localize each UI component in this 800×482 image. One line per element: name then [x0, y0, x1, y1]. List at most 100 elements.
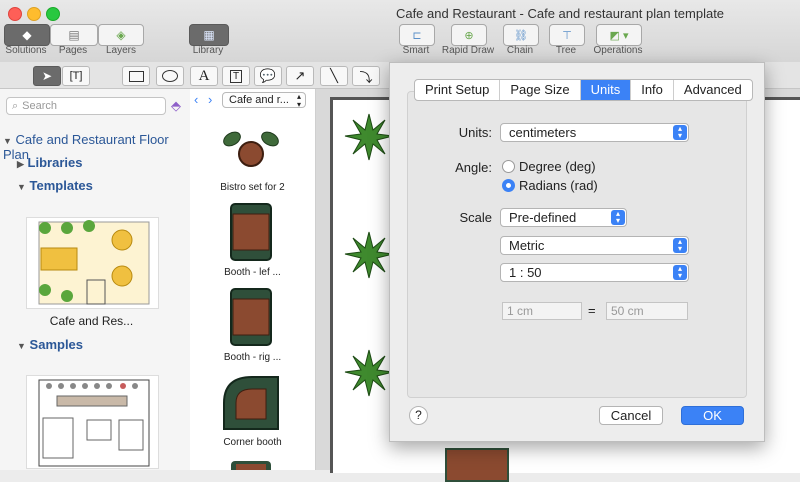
- angle-radians-label: Radians (rad): [519, 178, 598, 193]
- search-icon: ⌕: [12, 99, 19, 112]
- rectangle-tool[interactable]: [122, 66, 150, 86]
- disclosure-open-icon: ▼: [3, 136, 12, 146]
- rapid-draw-button[interactable]: ⊕: [451, 24, 487, 46]
- pages-icon: ▤: [68, 28, 80, 42]
- angle-degree-label: Degree (deg): [519, 159, 596, 174]
- scale-mode-select[interactable]: Pre-defined ▴ ▾: [500, 208, 627, 227]
- library-item-label: Booth - rig ...: [223, 352, 282, 363]
- library-panel: ‹ › Cafe and r... ▴ ▾ Bistro set for 2 Bo…: [190, 89, 316, 470]
- ok-button[interactable]: OK: [681, 406, 744, 425]
- solutions-tab[interactable]: ◆: [4, 24, 50, 46]
- solutions-label: Solutions: [5, 45, 47, 56]
- sample-thumbnail[interactable]: [26, 375, 159, 469]
- radio-button-selected[interactable]: [502, 179, 515, 192]
- units-label: Units:: [458, 125, 492, 140]
- library-button[interactable]: ▦: [189, 24, 229, 46]
- template-item-label: Cafe and Res...: [49, 314, 134, 328]
- scale-mode-value: Pre-defined: [509, 210, 577, 225]
- library-item-booth-right[interactable]: [228, 287, 274, 347]
- operations-button[interactable]: ◩ ▾: [596, 24, 642, 46]
- help-button[interactable]: ?: [409, 406, 428, 425]
- smart-button[interactable]: ⊏: [399, 24, 435, 46]
- tree-samples[interactable]: ▼ Samples: [17, 337, 83, 352]
- cafe-template-preview: [38, 220, 150, 305]
- rapid-draw-label: Rapid Draw: [441, 45, 495, 56]
- library-item-bistro[interactable]: [218, 125, 286, 181]
- units-select[interactable]: centimeters ▴ ▾: [500, 123, 689, 142]
- scale-system-select[interactable]: Metric ▴ ▾: [500, 236, 689, 255]
- search-input[interactable]: ⌕ Search: [6, 97, 166, 115]
- template-thumbnail[interactable]: [26, 217, 159, 309]
- angle-radians-option[interactable]: Radians (rad): [502, 178, 598, 193]
- equals-sign: =: [588, 303, 596, 318]
- scale-right-value: 50 cm: [611, 304, 644, 318]
- chain-label: Chain: [506, 45, 534, 56]
- pointer-icon: ➤: [41, 69, 53, 83]
- library-item-label: Booth - lef ...: [224, 267, 281, 278]
- library-item-label: Corner booth: [223, 437, 282, 448]
- booth-right-shape: [230, 288, 272, 346]
- tab-page-size[interactable]: Page Size: [500, 80, 581, 100]
- scale-ratio-value: 1 : 50: [509, 265, 542, 280]
- tree-templates[interactable]: ▼ Templates: [17, 178, 93, 193]
- scale-left-field[interactable]: 1 cm: [502, 302, 582, 320]
- ellipse-tool[interactable]: [156, 66, 184, 86]
- textbox-tool[interactable]: T: [222, 66, 250, 86]
- library-icon: ▦: [203, 28, 215, 42]
- library-item-booth-left[interactable]: [228, 202, 274, 262]
- chain-button[interactable]: ⛓: [503, 24, 539, 46]
- arc-tool[interactable]: ⤵: [352, 66, 380, 86]
- radio-button[interactable]: [502, 160, 515, 173]
- callout-tool[interactable]: 💬: [254, 66, 282, 86]
- tree-libraries[interactable]: ▶ Libraries: [17, 155, 82, 170]
- chevron-left-icon[interactable]: ‹: [194, 92, 198, 107]
- pages-tab[interactable]: ▤: [50, 24, 98, 46]
- text-tool[interactable]: [T]: [62, 66, 90, 86]
- updown-icon: ▴ ▾: [673, 265, 687, 280]
- close-window-button[interactable]: [8, 7, 22, 21]
- tab-units[interactable]: Units: [580, 80, 632, 100]
- rectangle-icon: [128, 70, 144, 82]
- library-label: Library: [192, 45, 224, 56]
- ellipse-icon: [162, 70, 178, 82]
- scale-right-field[interactable]: 50 cm: [606, 302, 688, 320]
- arrow-icon: ↗: [294, 68, 306, 83]
- text-label-tool[interactable]: A: [190, 66, 218, 86]
- library-item-corner-booth[interactable]: [220, 373, 282, 433]
- tab-advanced[interactable]: Advanced: [674, 80, 752, 100]
- select-tool[interactable]: ➤: [33, 66, 61, 86]
- arrow-tool[interactable]: ↗: [286, 66, 314, 86]
- callout-icon: 💬: [259, 68, 277, 83]
- minimize-window-button[interactable]: [27, 7, 41, 21]
- library-selector[interactable]: Cafe and r... ▴ ▾: [222, 92, 306, 109]
- tree-label: Tree: [555, 45, 577, 56]
- window-title: Cafe and Restaurant - Cafe and restauran…: [395, 6, 725, 21]
- tab-info[interactable]: Info: [631, 80, 674, 100]
- operations-label: Operations: [593, 45, 643, 56]
- diamond-icon: ◆: [22, 28, 32, 42]
- line-tool[interactable]: ╲: [320, 66, 348, 86]
- angle-degree-option[interactable]: Degree (deg): [502, 159, 596, 174]
- scale-system-value: Metric: [509, 238, 545, 253]
- tree-button[interactable]: ⊤: [549, 24, 585, 46]
- chevron-right-icon[interactable]: ›: [208, 92, 212, 107]
- tab-print-setup[interactable]: Print Setup: [415, 80, 501, 100]
- library-item-partial[interactable]: [228, 459, 274, 470]
- scale-ratio-select[interactable]: 1 : 50 ▴ ▾: [500, 263, 689, 282]
- scale-label: Scale: [459, 210, 492, 225]
- cancel-button[interactable]: Cancel: [599, 406, 663, 425]
- smart-connector-icon: ⊏: [412, 29, 422, 42]
- letter-a-icon: A: [198, 67, 210, 84]
- zoom-window-button[interactable]: [46, 7, 60, 21]
- chain-icon: ⛓: [514, 29, 528, 42]
- layers-tab[interactable]: ◈: [98, 24, 144, 46]
- line-icon: ╲: [330, 68, 338, 83]
- disclosure-open-icon: ▼: [17, 182, 26, 192]
- corner-booth-shape: [223, 376, 279, 430]
- updown-icon: ▴ ▾: [673, 238, 687, 253]
- operations-icon: ◩ ▾: [609, 29, 629, 42]
- booth-on-canvas[interactable]: [445, 448, 509, 482]
- plant-icon: [344, 349, 394, 397]
- solution-browser-icon[interactable]: ⬘: [171, 98, 181, 114]
- booth-left-shape: [230, 203, 272, 261]
